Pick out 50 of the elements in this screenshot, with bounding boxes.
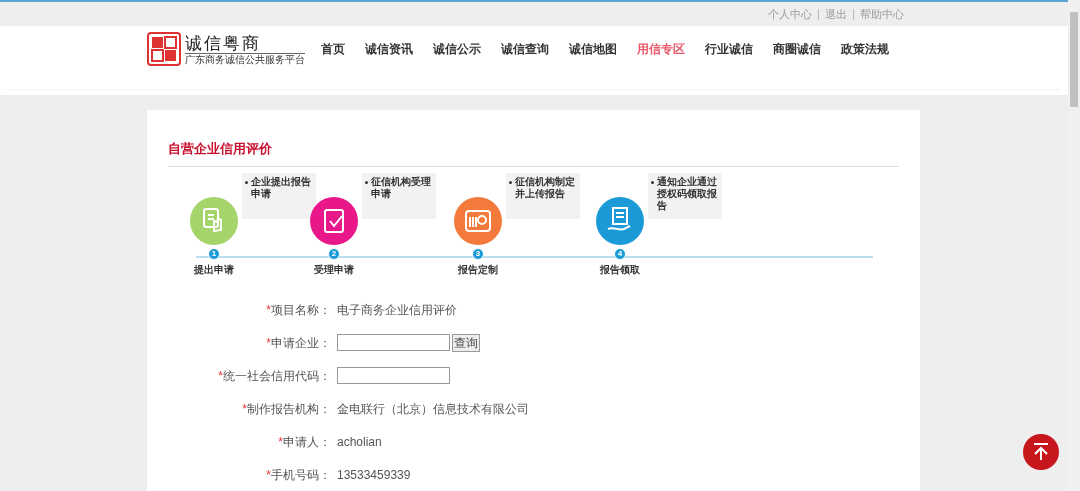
section-title: 自营企业信用评价 [168, 140, 273, 158]
field-label: 项目名称： [271, 302, 331, 317]
step-note: 通知企业通过授权码领取报告 [657, 176, 718, 213]
step-number: 4 [614, 248, 626, 260]
logo-title: 诚信粤商 [185, 32, 262, 53]
bullet-icon [365, 181, 368, 184]
nav-link[interactable]: 诚信资讯 [365, 40, 413, 59]
field-value: 电子商务企业信用评价 [337, 301, 457, 319]
nav-link[interactable]: 行业诚信 [705, 40, 753, 59]
field-value: 金电联行（北京）信息技术有限公司 [337, 400, 529, 418]
bullet-icon [245, 181, 248, 184]
required-asterisk: * [218, 368, 223, 383]
field-label: 手机号码： [271, 467, 331, 482]
query-button[interactable]: 查询 [452, 333, 480, 352]
required-asterisk: * [278, 434, 283, 449]
back-to-top-button[interactable] [1023, 434, 1059, 470]
logo-subtitle: 广东商务诚信公共服务平台 [185, 52, 305, 66]
step-number: 2 [328, 248, 340, 260]
step-label: 受理申请 [314, 263, 354, 277]
required-asterisk: * [242, 401, 247, 416]
step-number: 1 [208, 248, 220, 260]
step-label: 报告定制 [458, 263, 498, 277]
bullet-icon [509, 181, 512, 184]
step-note: 征信机构制定并上传报告 [515, 176, 576, 201]
nav-link[interactable]: 政策法规 [841, 40, 889, 59]
required-asterisk: * [266, 302, 271, 317]
nav-link[interactable]: 首页 [321, 40, 345, 59]
input-field[interactable] [337, 334, 450, 351]
nav-link[interactable]: 用信专区 [637, 40, 685, 59]
step-label: 提出申请 [194, 263, 234, 277]
nav-link[interactable]: 商圈诚信 [773, 40, 821, 59]
required-asterisk: * [266, 467, 271, 482]
arrow-up-icon [1031, 442, 1051, 462]
nav-link[interactable]: 诚信公示 [433, 40, 481, 59]
field-label: 统一社会信用代码： [223, 368, 331, 383]
required-asterisk: * [266, 335, 271, 350]
step-note: 企业提出报告申请 [251, 176, 312, 201]
field-value: acholian [337, 433, 382, 451]
field-label: 申请人： [283, 434, 331, 449]
step-number: 3 [472, 248, 484, 260]
step-label: 报告领取 [600, 263, 640, 277]
nav-link[interactable]: 诚信地图 [569, 40, 617, 59]
step-note: 征信机构受理申请 [371, 176, 432, 201]
field-label: 申请企业： [271, 335, 331, 350]
field-value: 13533459339 [337, 466, 411, 484]
input-field[interactable] [337, 367, 450, 384]
seal-logo-icon [147, 32, 181, 67]
bullet-icon [651, 181, 654, 184]
field-label: 制作报告机构： [247, 401, 331, 416]
nav-link[interactable]: 诚信查询 [501, 40, 549, 59]
